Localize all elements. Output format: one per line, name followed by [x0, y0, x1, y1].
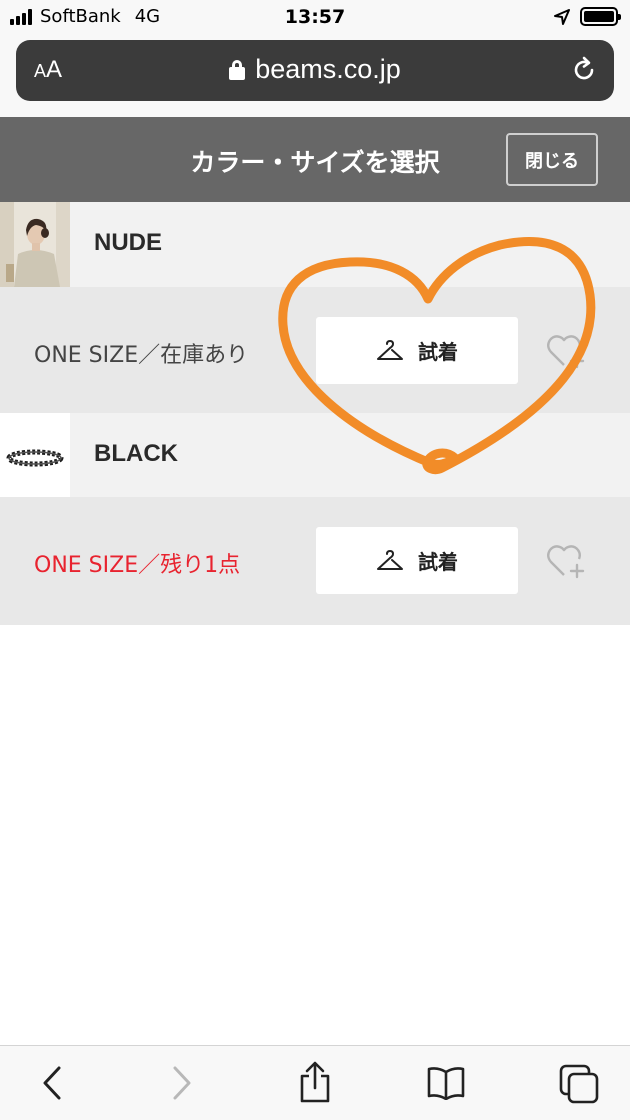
heart-plus-icon[interactable] — [546, 541, 590, 581]
size-stock-label-low: ONE SIZE／残り1点 — [34, 553, 241, 578]
status-bar: SoftBank 4G 13:57 — [0, 0, 630, 36]
hanger-icon — [377, 549, 403, 570]
bookmarks-icon[interactable] — [426, 1066, 466, 1100]
try-on-button[interactable]: 試着 — [316, 317, 518, 384]
forward-icon[interactable] — [170, 1064, 194, 1102]
size-row-nude: ONE SIZE／在庫あり 試着 — [0, 287, 630, 415]
color-row-black: BLACK — [0, 413, 630, 498]
url-display[interactable]: beams.co.jp — [16, 54, 614, 85]
try-on-label: 試着 — [418, 550, 458, 574]
color-name: BLACK — [94, 440, 178, 467]
size-stock-label: ONE SIZE／在庫あり — [34, 343, 249, 368]
status-right — [554, 7, 621, 26]
try-on-button[interactable]: 試着 — [316, 527, 518, 594]
close-button[interactable]: 閉じる — [506, 133, 598, 186]
product-thumbnail-nude — [0, 202, 70, 287]
back-icon[interactable] — [40, 1064, 64, 1102]
modal-header: カラー・サイズを選択 閉じる — [0, 117, 630, 202]
color-name: NUDE — [94, 229, 163, 256]
status-time: 13:57 — [284, 6, 346, 28]
heart-plus-icon[interactable] — [546, 331, 590, 371]
tabs-icon[interactable] — [558, 1063, 602, 1105]
browser-toolbar — [0, 1045, 630, 1120]
share-icon[interactable] — [298, 1060, 332, 1104]
screen: SoftBank 4G 13:57 AA beams.co.jp カラー・サイズ… — [0, 0, 630, 1120]
location-arrow-icon — [554, 8, 570, 25]
battery-icon — [580, 7, 621, 26]
lock-icon — [229, 60, 246, 80]
browser-address-area: AA beams.co.jp — [0, 36, 630, 117]
size-row-black: ONE SIZE／残り1点 試着 — [0, 497, 630, 625]
reload-icon[interactable] — [570, 56, 598, 84]
color-row-nude: NUDE — [0, 202, 630, 287]
hanger-icon — [377, 339, 403, 360]
try-on-label: 試着 — [418, 340, 458, 364]
product-thumbnail-black — [0, 413, 70, 498]
address-bar[interactable]: AA beams.co.jp — [16, 40, 614, 101]
url-text: beams.co.jp — [255, 54, 401, 84]
